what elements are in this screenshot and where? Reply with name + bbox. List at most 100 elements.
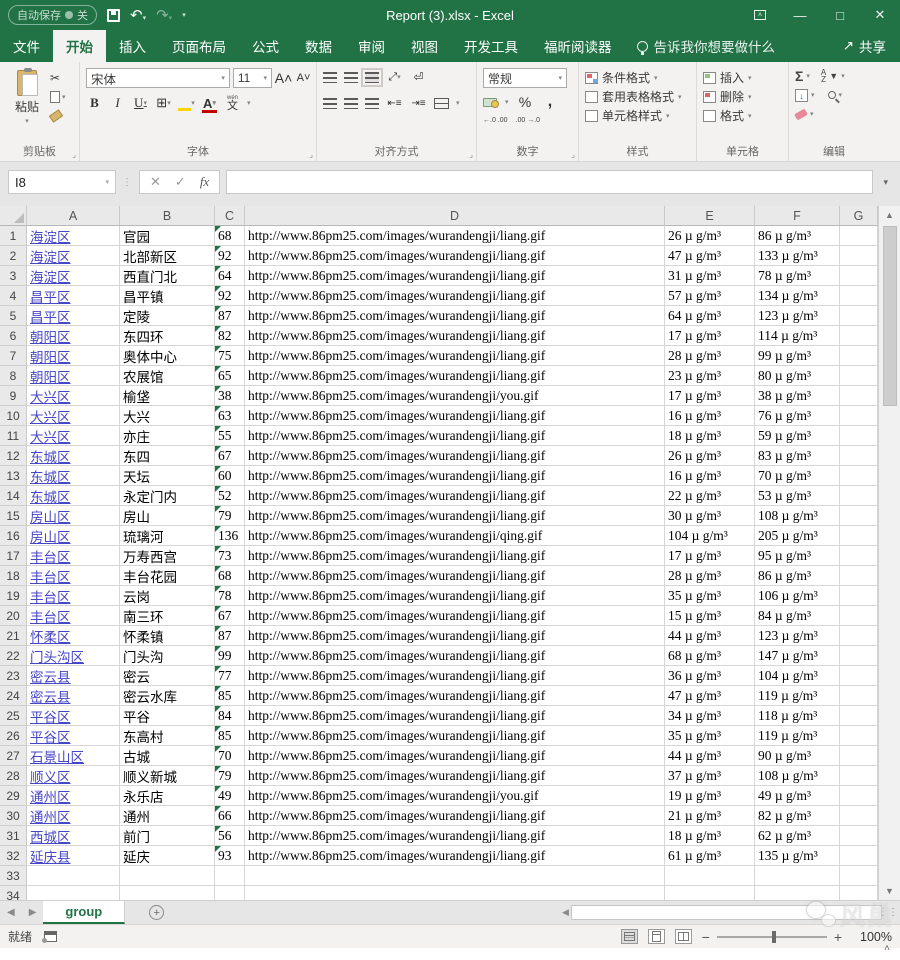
cell-pm10[interactable]: 205 µ g/m³ <box>755 526 840 546</box>
accounting-format-icon[interactable] <box>483 97 499 108</box>
cell-station[interactable]: 前门 <box>120 826 215 846</box>
copy-button[interactable]: ▾ <box>50 89 66 104</box>
cell-empty-g[interactable] <box>840 306 878 326</box>
comma-style-button[interactable]: , <box>542 93 559 111</box>
cell-image-url[interactable]: http://www.86pm25.com/images/wurandengji… <box>245 846 665 866</box>
row-number[interactable]: 27 <box>0 746 27 766</box>
cell-station[interactable]: 南三环 <box>120 606 215 626</box>
cell-empty-g[interactable] <box>840 686 878 706</box>
cell-image-url[interactable]: http://www.86pm25.com/images/wurandengji… <box>245 346 665 366</box>
cell-pm10[interactable]: 119 µ g/m³ <box>755 686 840 706</box>
cell-station[interactable]: 亦庄 <box>120 426 215 446</box>
horizontal-scroll-thumb[interactable] <box>570 905 882 920</box>
cell-image-url[interactable]: http://www.86pm25.com/images/wurandengji… <box>245 226 665 246</box>
row-number[interactable]: 10 <box>0 406 27 426</box>
cell-station[interactable]: 密云水库 <box>120 686 215 706</box>
cell-station[interactable]: 延庆 <box>120 846 215 866</box>
cell-aqi[interactable]: 70 <box>215 746 245 766</box>
cell-image-url[interactable]: http://www.86pm25.com/images/wurandengji… <box>245 526 665 546</box>
cell-aqi[interactable]: 92 <box>215 286 245 306</box>
cell-image-url[interactable]: http://www.86pm25.com/images/wurandengji… <box>245 806 665 826</box>
cell-district[interactable]: 平谷区 <box>27 726 120 746</box>
cell-pm10[interactable]: 49 µ g/m³ <box>755 786 840 806</box>
cell-empty-g[interactable] <box>840 386 878 406</box>
row-number[interactable]: 26 <box>0 726 27 746</box>
cell-aqi[interactable]: 68 <box>215 226 245 246</box>
cell-image-url[interactable]: http://www.86pm25.com/images/wurandengji… <box>245 746 665 766</box>
cell-station[interactable]: 天坛 <box>120 466 215 486</box>
cell-pm25[interactable]: 61 µ g/m³ <box>665 846 755 866</box>
cell-pm10[interactable]: 114 µ g/m³ <box>755 326 840 346</box>
paste-button[interactable]: 粘贴 ▾ <box>6 68 48 143</box>
column-header-g[interactable]: G <box>840 206 878 226</box>
cell-station[interactable]: 古城 <box>120 746 215 766</box>
row-number[interactable]: 14 <box>0 486 27 506</box>
cell-station[interactable]: 琉璃河 <box>120 526 215 546</box>
cell-pm10[interactable]: 86 µ g/m³ <box>755 226 840 246</box>
align-left-icon[interactable] <box>323 97 337 109</box>
orientation-button[interactable]: ⤢ ▾ <box>386 68 403 86</box>
cell-station[interactable]: 怀柔镇 <box>120 626 215 646</box>
merge-center-icon[interactable] <box>434 97 449 109</box>
cell-pm25[interactable]: 34 µ g/m³ <box>665 706 755 726</box>
decrease-indent-icon[interactable]: ⇤≡ <box>386 94 403 112</box>
ribbon-tab-视图[interactable]: 视图 <box>398 30 451 62</box>
row-number[interactable]: 2 <box>0 246 27 266</box>
cell-image-url[interactable]: http://www.86pm25.com/images/wurandengji… <box>245 686 665 706</box>
cell-aqi[interactable]: 73 <box>215 546 245 566</box>
cell-empty-g[interactable] <box>840 726 878 746</box>
cell-district[interactable]: 东城区 <box>27 486 120 506</box>
cell-aqi[interactable]: 84 <box>215 706 245 726</box>
cell-image-url[interactable]: http://www.86pm25.com/images/wurandengji… <box>245 326 665 346</box>
cancel-icon[interactable]: ✕ <box>150 174 161 190</box>
zoom-in-icon[interactable]: + <box>834 929 842 945</box>
cell-image-url[interactable]: http://www.86pm25.com/images/wurandengji… <box>245 606 665 626</box>
align-bottom-icon[interactable] <box>361 67 383 87</box>
cell-image-url[interactable]: http://www.86pm25.com/images/wurandengji… <box>245 466 665 486</box>
cell-pm10[interactable]: 118 µ g/m³ <box>755 706 840 726</box>
cell-aqi[interactable] <box>215 886 245 900</box>
cell-pm25[interactable] <box>665 886 755 900</box>
cell-aqi[interactable]: 68 <box>215 566 245 586</box>
cell-pm10[interactable]: 59 µ g/m³ <box>755 426 840 446</box>
cell-aqi[interactable]: 92 <box>215 246 245 266</box>
cell-station[interactable]: 房山 <box>120 506 215 526</box>
cell-pm10[interactable]: 123 µ g/m³ <box>755 626 840 646</box>
cell-pm25[interactable]: 17 µ g/m³ <box>665 546 755 566</box>
insert-function-icon[interactable]: fx <box>200 174 209 190</box>
cell-pm10[interactable]: 84 µ g/m³ <box>755 606 840 626</box>
cell-empty-g[interactable] <box>840 326 878 346</box>
cell-empty-g[interactable] <box>840 566 878 586</box>
cell-image-url[interactable] <box>245 886 665 900</box>
cell-image-url[interactable]: http://www.86pm25.com/images/wurandengji… <box>245 706 665 726</box>
cell-district[interactable]: 东城区 <box>27 446 120 466</box>
cell-district[interactable]: 延庆县 <box>27 846 120 866</box>
italic-button[interactable]: I <box>109 94 126 112</box>
cell-station[interactable]: 万寿西宫 <box>120 546 215 566</box>
cell-aqi[interactable]: 79 <box>215 506 245 526</box>
cell-pm25[interactable]: 57 µ g/m³ <box>665 286 755 306</box>
cell-empty-g[interactable] <box>840 446 878 466</box>
cell-district[interactable]: 丰台区 <box>27 566 120 586</box>
zoom-slider[interactable]: − + <box>702 929 842 945</box>
increase-decimal-icon[interactable]: ←.0 .00 <box>483 117 508 125</box>
scroll-down-icon[interactable]: ▼ <box>879 882 900 900</box>
cell-image-url[interactable]: http://www.86pm25.com/images/wurandengji… <box>245 826 665 846</box>
tell-me-box[interactable]: 告诉我你想要做什么 <box>625 30 788 62</box>
cell-pm25[interactable]: 26 µ g/m³ <box>665 446 755 466</box>
cell-empty-g[interactable] <box>840 586 878 606</box>
formula-bar-splitter[interactable]: ⋮ <box>122 177 133 188</box>
row-number[interactable]: 19 <box>0 586 27 606</box>
redo-icon[interactable]: ↷▾ <box>156 8 172 23</box>
cell-image-url[interactable]: http://www.86pm25.com/images/wurandengji… <box>245 246 665 266</box>
font-dialog-launcher[interactable]: ⌟ <box>309 150 313 159</box>
merge-dropdown-icon[interactable]: ▾ <box>456 99 460 107</box>
cell-district[interactable]: 平谷区 <box>27 706 120 726</box>
cell-station[interactable] <box>120 866 215 886</box>
cell-image-url[interactable]: http://www.86pm25.com/images/wurandengji… <box>245 566 665 586</box>
name-box[interactable]: I8 ▾ <box>8 170 116 194</box>
cell-district[interactable]: 密云县 <box>27 666 120 686</box>
cell-image-url[interactable]: http://www.86pm25.com/images/wurandengji… <box>245 386 665 406</box>
cell-aqi[interactable]: 60 <box>215 466 245 486</box>
cell-district[interactable]: 朝阳区 <box>27 366 120 386</box>
